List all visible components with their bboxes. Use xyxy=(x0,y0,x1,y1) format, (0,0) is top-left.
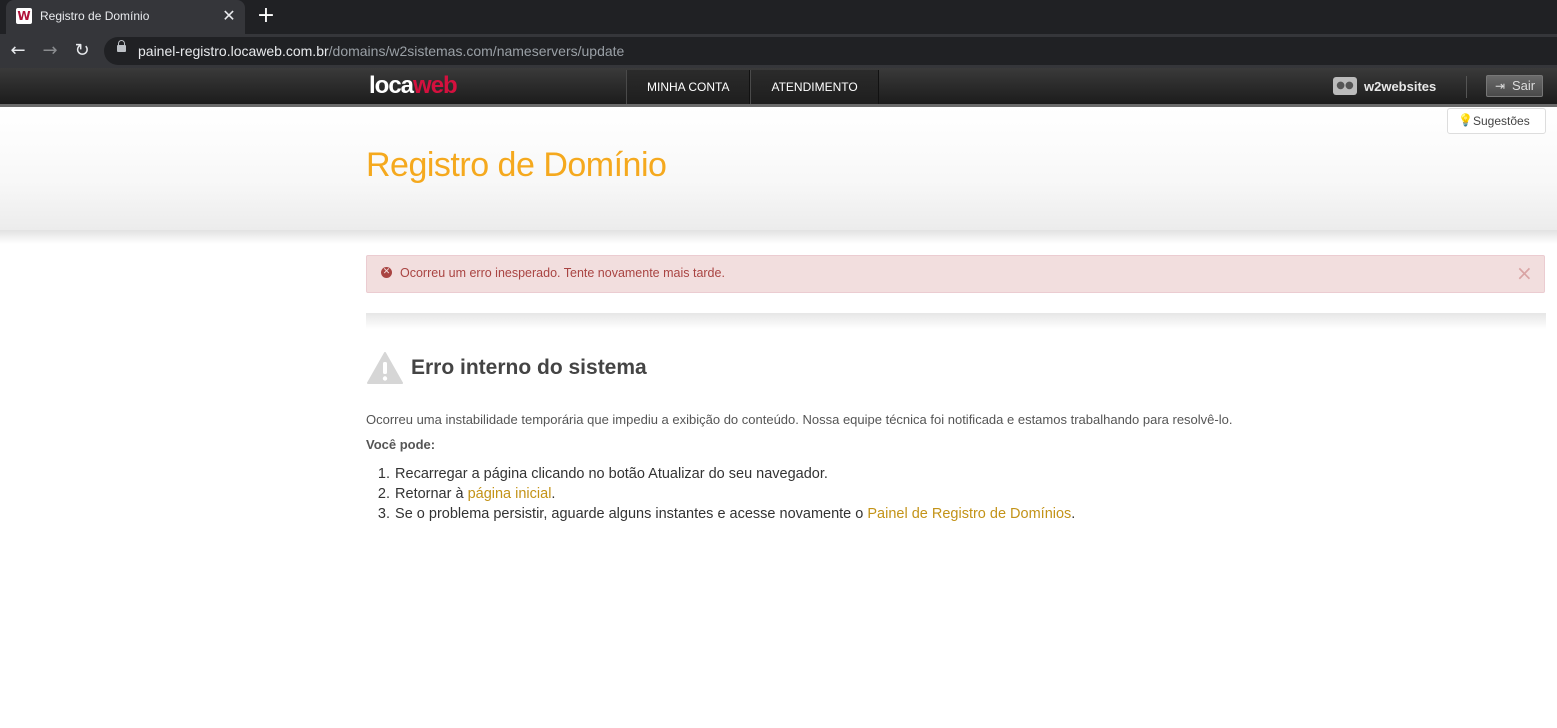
alert-message: Ocorreu um erro inesperado. Tente novame… xyxy=(400,266,725,280)
list-number: 2. xyxy=(377,486,390,502)
home-page-link[interactable]: página inicial xyxy=(468,486,552,502)
list-item: 2. Retornar à página inicial. xyxy=(366,484,1075,504)
title-band xyxy=(0,107,1557,230)
url-host: painel-registro.locaweb.com.br xyxy=(138,43,329,59)
users-icon: ●● xyxy=(1333,77,1357,95)
back-arrow-icon[interactable]: ← xyxy=(7,40,29,62)
logo-text-loca: loca xyxy=(369,72,414,99)
error-alert: ✕ Ocorreu um erro inesperado. Tente nova… xyxy=(366,255,1545,293)
list-item: 3. Se o problema persistir, aguarde algu… xyxy=(366,504,1075,524)
list-text: Se o problema persistir, aguarde alguns … xyxy=(395,506,868,522)
main-nav: MINHA CONTA ATENDIMENTO xyxy=(626,70,879,104)
list-text-end: . xyxy=(551,486,556,502)
error-description: Ocorreu uma instabilidade temporária que… xyxy=(366,412,1233,427)
browser-tab-bar: W Registro de Domínio ✕ + xyxy=(0,0,1557,34)
lock-icon xyxy=(117,40,126,52)
url-path: /domains/w2sistemas.com/nameservers/upda… xyxy=(328,43,625,59)
user-menu[interactable]: ●● w2websites xyxy=(1333,76,1436,96)
page-title: Registro de Domínio xyxy=(366,146,667,184)
suggestions-label: Sugestões xyxy=(1473,114,1530,128)
reload-icon[interactable]: ↻ xyxy=(71,40,93,62)
url-text: painel-registro.locaweb.com.br/domains/w… xyxy=(138,43,624,59)
warning-icon xyxy=(367,352,403,384)
nav-atendimento[interactable]: ATENDIMENTO xyxy=(750,70,879,104)
logout-button[interactable]: ⇥ Sair xyxy=(1486,75,1543,97)
new-tab-button[interactable]: + xyxy=(255,4,277,28)
error-title: Erro interno do sistema xyxy=(411,356,647,379)
error-subtitle: Você pode: xyxy=(366,437,436,452)
logo-text-web: web xyxy=(413,72,458,99)
tab-title: Registro de Domínio xyxy=(40,9,150,23)
tab-close-icon[interactable]: ✕ xyxy=(220,7,238,25)
browser-tab[interactable]: W Registro de Domínio ✕ xyxy=(6,0,245,34)
title-band-shadow xyxy=(0,230,1557,244)
error-circle-icon: ✕ xyxy=(381,267,392,278)
forward-arrow-icon[interactable]: → xyxy=(39,40,61,62)
error-steps-list: 1. Recarregar a página clicando no botão… xyxy=(366,464,1075,524)
suggestions-button[interactable]: 💡 Sugestões xyxy=(1447,108,1546,134)
list-text: Retornar à xyxy=(395,486,468,502)
favicon-icon: W xyxy=(16,8,32,24)
section-separator xyxy=(366,313,1546,329)
site-header: locaweb MINHA CONTA ATENDIMENTO ●● w2web… xyxy=(0,68,1557,107)
list-item: 1. Recarregar a página clicando no botão… xyxy=(366,464,1075,484)
logout-label: Sair xyxy=(1512,78,1536,93)
list-number: 3. xyxy=(377,506,390,522)
nav-minha-conta[interactable]: MINHA CONTA xyxy=(626,70,751,104)
lightbulb-icon: 💡 xyxy=(1458,113,1473,127)
list-text: Recarregar a página clicando no botão At… xyxy=(395,466,828,482)
list-number: 1. xyxy=(377,466,390,482)
logout-icon: ⇥ xyxy=(1495,79,1506,93)
address-bar[interactable]: painel-registro.locaweb.com.br/domains/w… xyxy=(104,37,1557,65)
domain-panel-link[interactable]: Painel de Registro de Domínios xyxy=(867,506,1071,522)
header-divider xyxy=(1466,76,1467,98)
locaweb-logo[interactable]: locaweb xyxy=(369,72,458,100)
alert-close-icon[interactable]: × xyxy=(1516,261,1533,285)
username: w2websites xyxy=(1364,78,1437,94)
list-text-end: . xyxy=(1071,506,1076,522)
browser-toolbar: ← → ↻ painel-registro.locaweb.com.br/dom… xyxy=(0,34,1557,68)
